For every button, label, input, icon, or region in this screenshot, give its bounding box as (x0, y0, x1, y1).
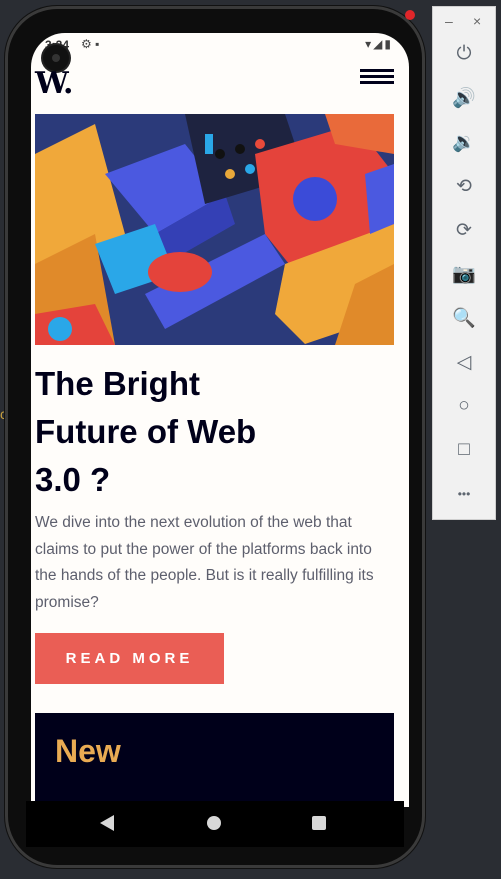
overview-icon[interactable]: □ (449, 435, 479, 465)
nav-recents-icon[interactable] (312, 816, 326, 830)
back-icon[interactable]: ◁ (449, 347, 479, 377)
status-signal-icons: ▾◢▮ (365, 37, 393, 51)
rotate-left-icon[interactable]: ⟲ (449, 171, 479, 201)
minimize-button[interactable]: – (445, 13, 453, 29)
nav-home-icon[interactable] (207, 816, 221, 830)
abstract-3d-blocks-illustration (35, 114, 394, 345)
side-panel-titlebar: – × (433, 11, 495, 31)
article-description: We dive into the next evolution of the w… (35, 514, 374, 611)
site-logo[interactable]: W. (35, 66, 73, 101)
home-icon[interactable]: ○ (449, 391, 479, 421)
next-article-title: New (55, 733, 121, 769)
close-button[interactable]: × (473, 13, 481, 29)
read-more-button[interactable]: READ MORE (35, 633, 224, 684)
camera-icon[interactable]: 📷 (449, 259, 479, 289)
rotate-right-icon[interactable]: ⟳ (449, 215, 479, 245)
nav-back-icon[interactable] (100, 815, 114, 831)
hero-image (35, 114, 394, 345)
more-icon[interactable]: ••• (449, 479, 479, 509)
title-line-2: Future of Web (35, 413, 257, 450)
power-icon[interactable]: ⏻ (449, 39, 479, 69)
hamburger-menu-icon[interactable] (360, 69, 394, 85)
volume-down-icon[interactable]: 🔉 (449, 127, 479, 157)
emulator-side-panel: – × ⏻ 🔊 🔉 ⟲ ⟳ 📷 🔍 ◁ ○ □ ••• (432, 6, 496, 520)
status-notification-icons: ⚙ ▪ (81, 37, 100, 51)
android-nav-bar (26, 801, 404, 847)
volume-up-icon[interactable]: 🔊 (449, 83, 479, 113)
zoom-icon[interactable]: 🔍 (449, 303, 479, 333)
article-title: The Bright Future of Web 3.0 ? (35, 360, 365, 504)
title-line-1: The Bright (35, 365, 200, 402)
next-article-card[interactable]: New (35, 713, 394, 807)
status-bar: 3:24 ⚙ ▪ ▾◢▮ (31, 33, 409, 57)
device-screen: 3:24 ⚙ ▪ ▾◢▮ W. (31, 33, 409, 807)
title-line-3: 3.0 ? (35, 461, 111, 498)
emulator-drag-handle[interactable] (405, 10, 415, 20)
